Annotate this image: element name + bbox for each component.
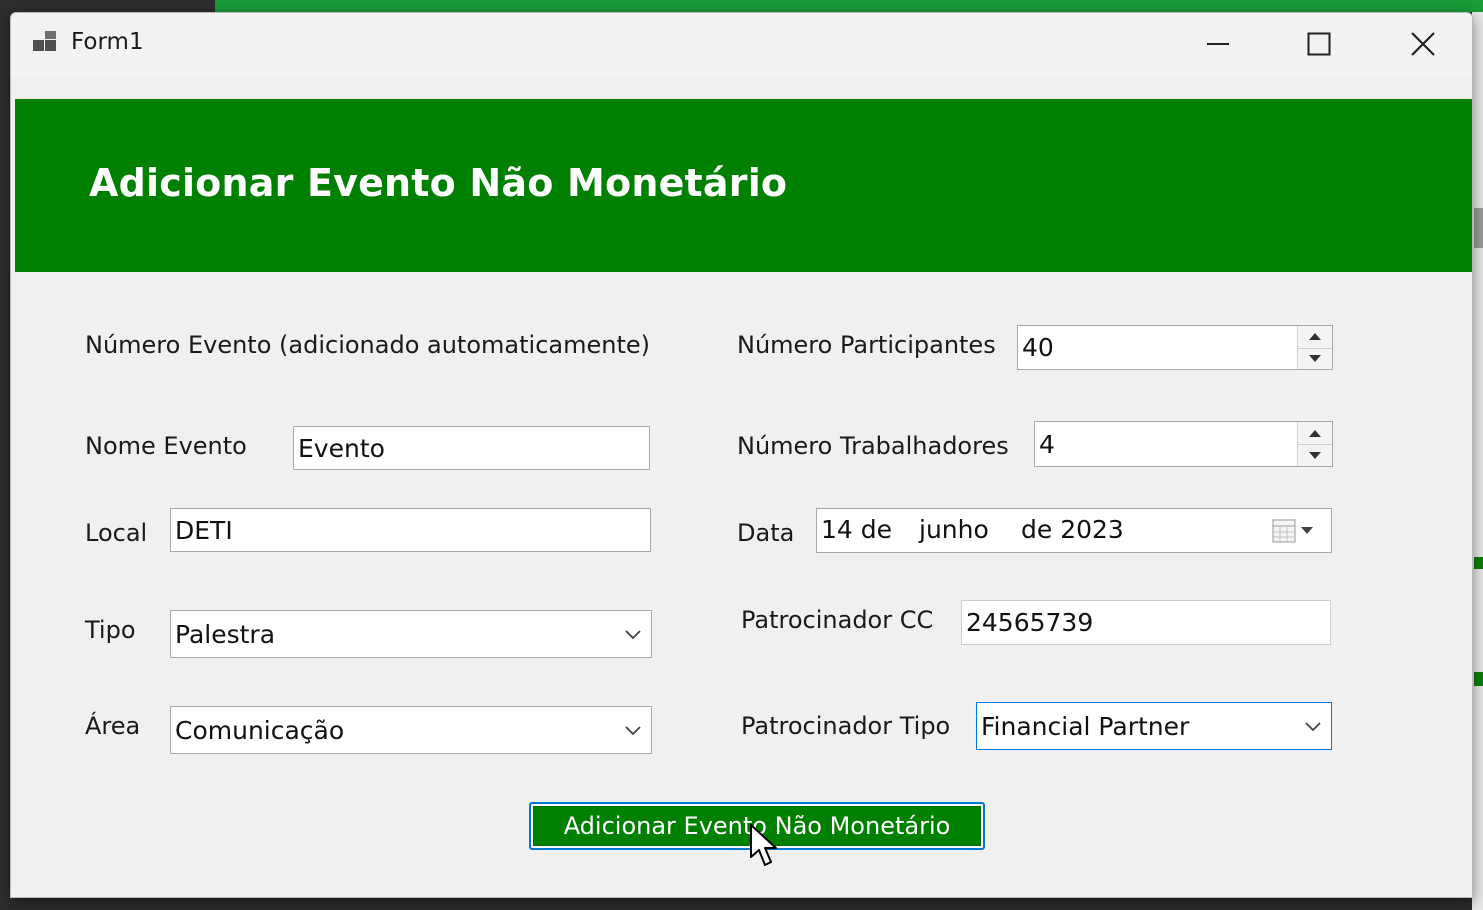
minimize-icon <box>1207 43 1229 45</box>
header-banner: Adicionar Evento Não Monetário <box>15 99 1472 272</box>
page-title: Adicionar Evento Não Monetário <box>89 161 788 205</box>
arrow-up-icon <box>1309 429 1321 437</box>
area-label: Área <box>85 712 141 740</box>
background-window-strip <box>215 0 1483 12</box>
arrow-down-icon <box>1309 354 1321 362</box>
close-button[interactable] <box>1371 13 1475 75</box>
patrocinador-cc-input[interactable]: 24565739 <box>961 600 1331 645</box>
stepper-up-button[interactable] <box>1298 422 1332 445</box>
tipo-select[interactable]: Palestra <box>170 610 652 658</box>
nome-evento-label: Nome Evento <box>85 432 247 460</box>
calendar-icon[interactable] <box>1271 517 1321 545</box>
minimize-button[interactable] <box>1166 13 1270 75</box>
app-icon <box>33 31 59 57</box>
background-window-edge <box>1472 12 1483 910</box>
title-bar[interactable]: Form1 <box>11 13 1472 77</box>
date-day[interactable]: 14 de <box>821 515 892 544</box>
stepper-down-button[interactable] <box>1298 444 1332 466</box>
patrocinador-cc-label: Patrocinador CC <box>741 606 934 634</box>
local-input[interactable]: DETI <box>170 508 651 552</box>
mouse-cursor-icon <box>750 824 777 866</box>
numero-participantes-label: Número Participantes <box>737 331 996 359</box>
chevron-down-icon <box>625 630 641 640</box>
numero-participantes-stepper[interactable]: 40 <box>1017 325 1333 370</box>
chevron-down-icon <box>1305 722 1321 732</box>
chevron-down-icon <box>625 726 641 736</box>
numero-trabalhadores-spin <box>1297 422 1332 466</box>
data-date-picker[interactable]: 14 de junho de 2023 <box>816 508 1332 553</box>
arrow-up-icon <box>1309 333 1321 341</box>
date-month[interactable]: junho <box>919 515 989 544</box>
tipo-label: Tipo <box>85 616 136 644</box>
stepper-up-button[interactable] <box>1298 326 1332 349</box>
date-year[interactable]: de 2023 <box>1021 515 1124 544</box>
form-window: Form1 Adicionar Evento Não Monetário Núm… <box>10 12 1473 898</box>
local-label: Local <box>85 519 148 547</box>
stepper-down-button[interactable] <box>1298 348 1332 370</box>
area-select[interactable]: Comunicação <box>170 706 652 754</box>
arrow-down-icon <box>1309 451 1321 459</box>
close-icon <box>1411 32 1435 56</box>
numero-participantes-spin <box>1297 326 1332 369</box>
numero-trabalhadores-label: Número Trabalhadores <box>737 432 1009 460</box>
data-label: Data <box>737 519 795 547</box>
patrocinador-tipo-label: Patrocinador Tipo <box>741 712 951 740</box>
maximize-icon <box>1307 32 1331 56</box>
patrocinador-tipo-select[interactable]: Financial Partner <box>976 702 1332 750</box>
maximize-button[interactable] <box>1267 13 1371 75</box>
numero-evento-label: Número Evento (adicionado automaticament… <box>85 331 650 359</box>
numero-trabalhadores-stepper[interactable]: 4 <box>1034 421 1333 467</box>
nome-evento-input[interactable]: Evento <box>293 426 650 470</box>
window-title: Form1 <box>71 29 144 55</box>
